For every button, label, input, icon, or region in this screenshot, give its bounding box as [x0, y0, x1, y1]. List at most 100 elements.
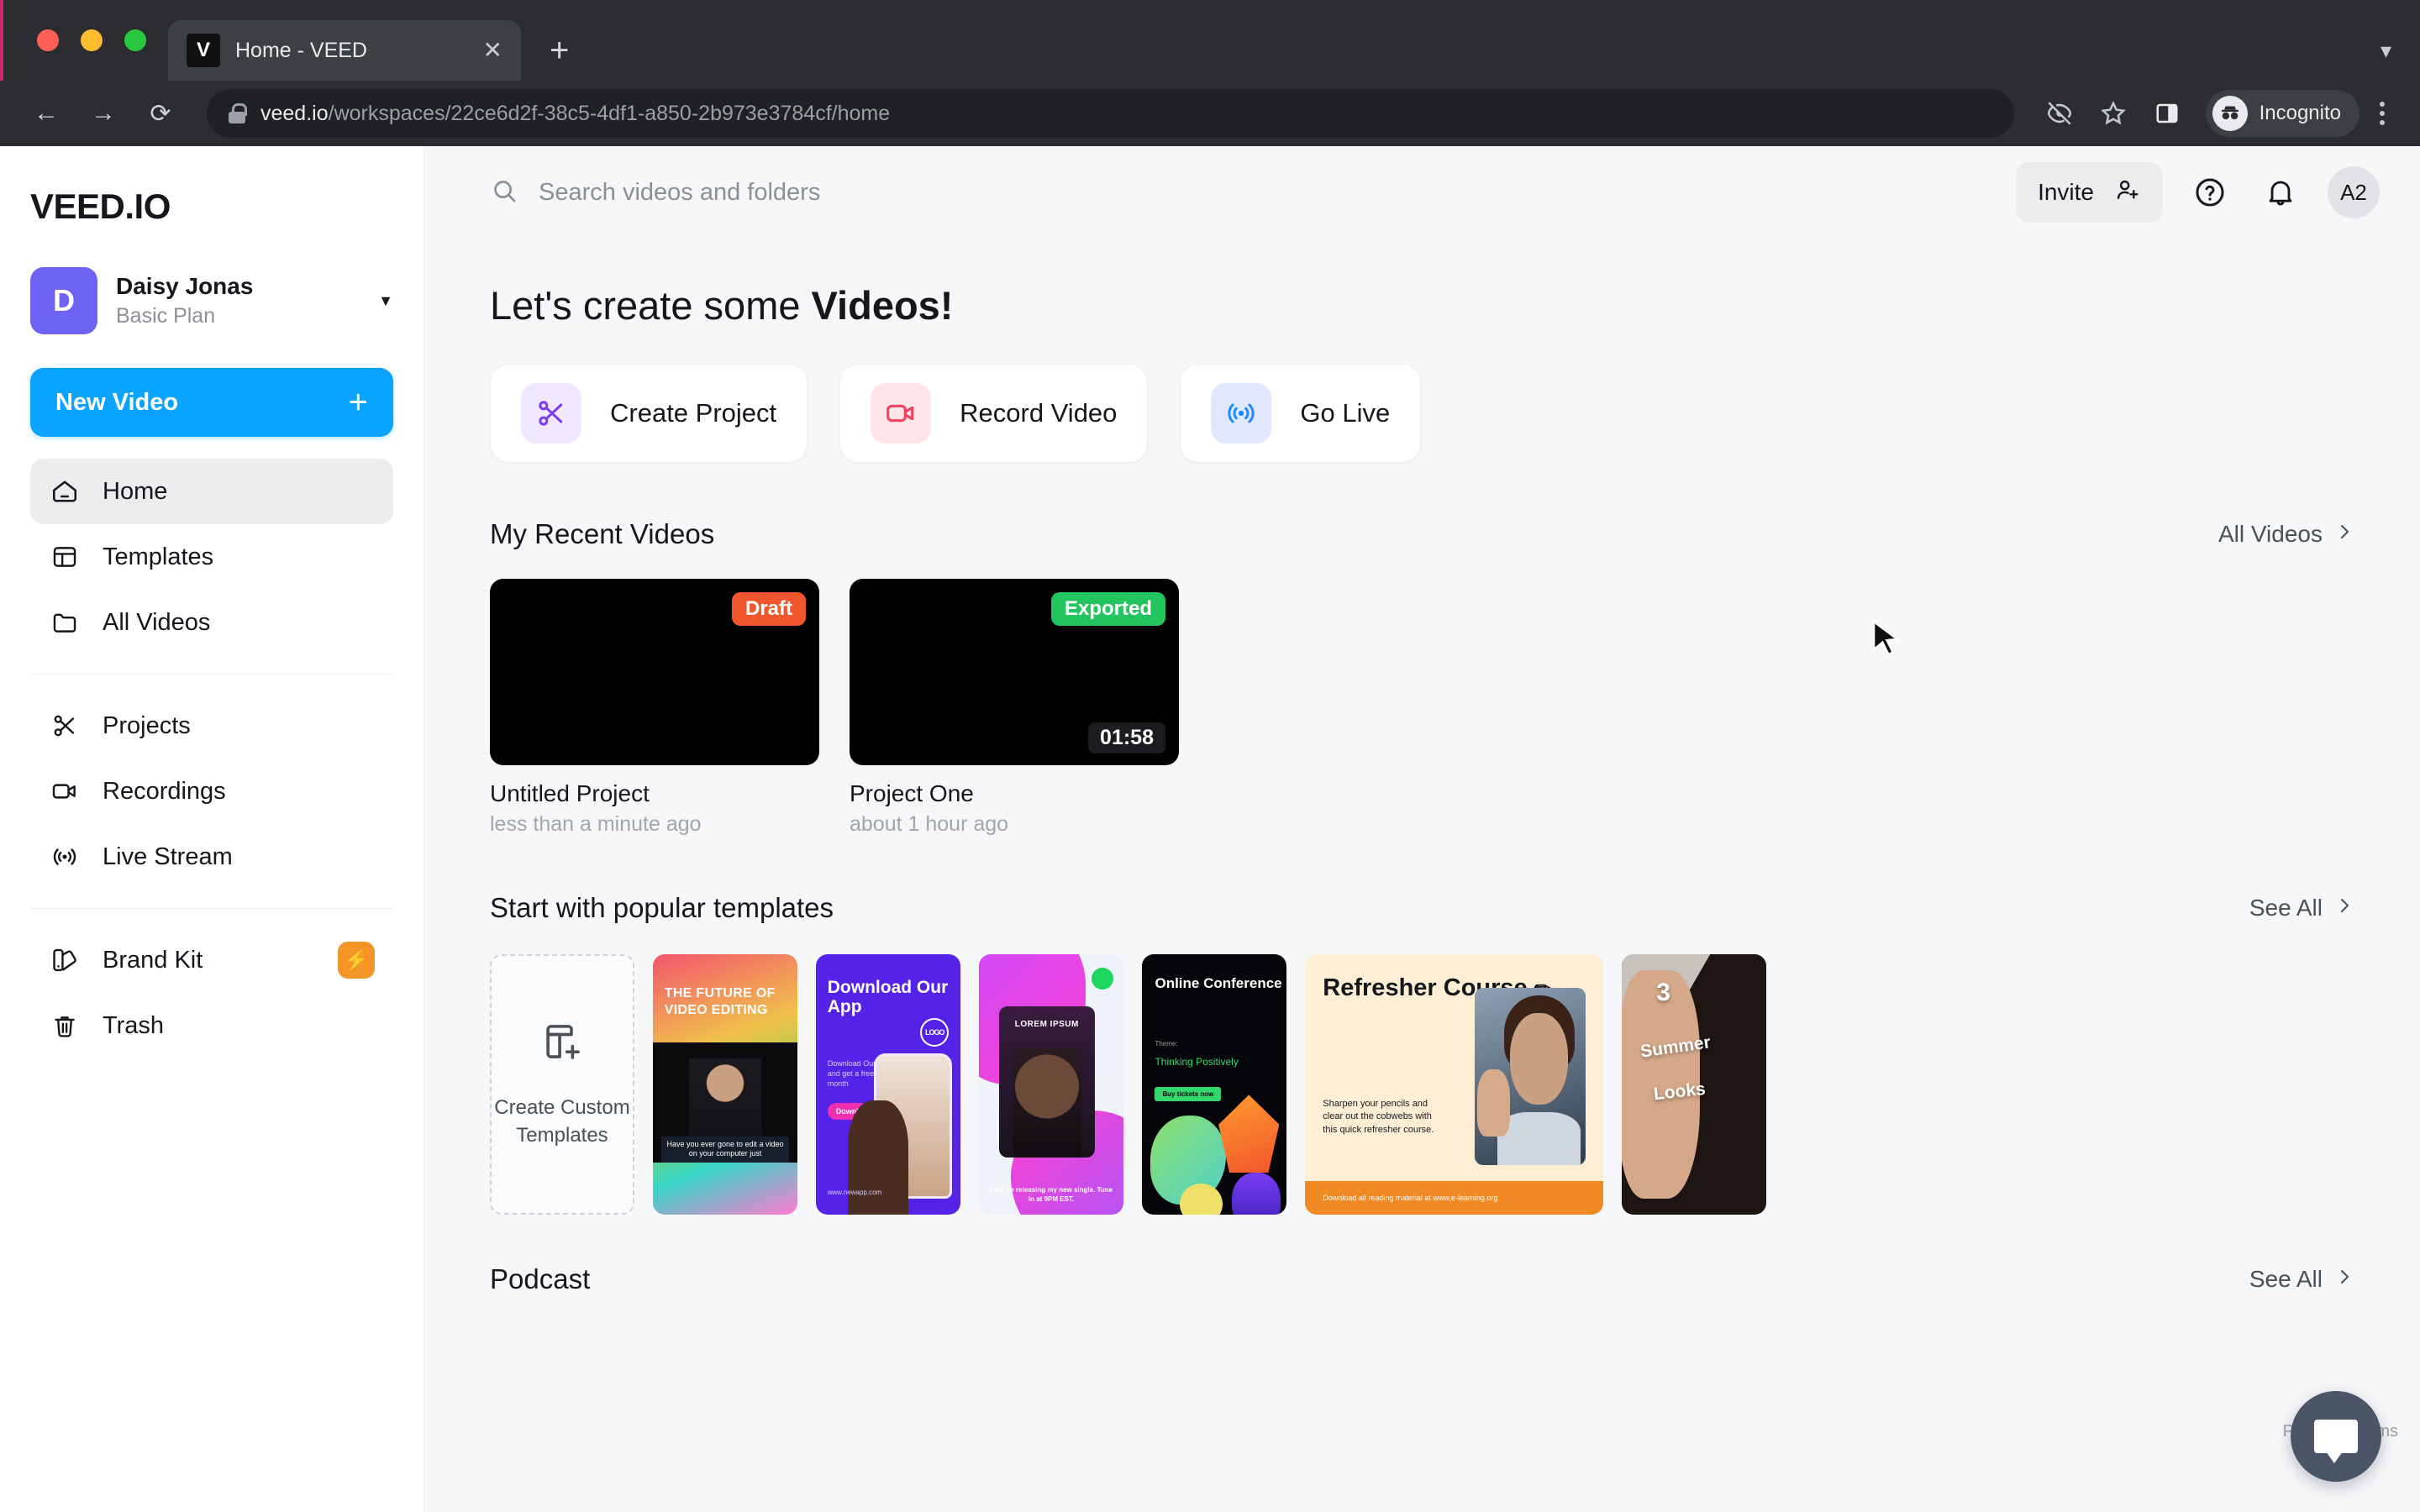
search-input[interactable]: Search videos and folders: [490, 176, 2016, 209]
maximize-window-button[interactable]: [124, 29, 146, 51]
window-controls: [25, 0, 168, 81]
podcast-see-all-link[interactable]: See All: [2249, 1266, 2354, 1293]
browser-tab[interactable]: V Home - VEED ✕: [168, 20, 521, 81]
template-card[interactable]: Download Our App LOGO Download Our App a…: [816, 954, 960, 1215]
template-headline: Download Our App: [827, 977, 949, 1017]
close-icon[interactable]: ✕: [483, 39, 502, 62]
sidebar-item-projects[interactable]: Projects: [30, 693, 393, 759]
bell-icon[interactable]: [2257, 169, 2304, 216]
all-videos-link[interactable]: All Videos: [2218, 521, 2354, 548]
templates-list: Create Custom Templates THE FUTURE OF VI…: [490, 954, 2354, 1215]
address-bar[interactable]: veed.io/workspaces/22ce6d2f-38c5-4df1-a8…: [207, 89, 2014, 138]
sidebar-item-label: All Videos: [103, 608, 211, 636]
recent-videos-header: My Recent Videos All Videos: [490, 518, 2354, 550]
templates-see-all-link[interactable]: See All: [2249, 895, 2354, 921]
add-template-icon: [539, 1020, 585, 1069]
invite-button[interactable]: Invite: [2016, 162, 2163, 223]
template-card[interactable]: Online Conference Theme: Thinking Positi…: [1142, 954, 1286, 1215]
chat-bubble-shape: [2314, 1420, 2358, 1463]
sidebar-item-live-stream[interactable]: Live Stream: [30, 824, 393, 890]
user-avatar[interactable]: A2: [2328, 166, 2380, 218]
template-art: [1510, 1012, 1568, 1105]
video-card[interactable]: Draft Untitled Project less than a minut…: [490, 579, 819, 837]
sidebar-bottom: Trash: [30, 993, 393, 1058]
template-headline: THE FUTURE OF VIDEO EDITING: [664, 986, 776, 1018]
veed-app: VEED.IO D Daisy Jonas Basic Plan ▼ New V…: [0, 146, 2420, 1512]
sidebar-nav: Home Templates All Videos Projects Recor…: [30, 459, 393, 1092]
tab-list-area: ▾: [2381, 38, 2420, 81]
template-card[interactable]: 3 Summer Looks: [1622, 954, 1766, 1215]
status-badge: Exported: [1050, 592, 1165, 626]
podcast-title: Podcast: [490, 1263, 591, 1294]
sidebar-divider: [30, 674, 393, 675]
sidebar-item-label: Home: [103, 477, 168, 505]
video-thumbnail[interactable]: Exported 01:58: [850, 579, 1179, 765]
sidebar-item-home[interactable]: Home: [30, 459, 393, 524]
template-art: [1179, 1183, 1223, 1215]
record-video-card[interactable]: Record Video: [839, 364, 1149, 463]
template-card[interactable]: THE FUTURE OF VIDEO EDITING Have you eve…: [653, 954, 797, 1215]
minimize-window-button[interactable]: [81, 29, 103, 51]
template-footer: Download all reading material at www.e-l…: [1305, 1180, 1603, 1215]
template-art: [847, 1100, 909, 1215]
back-arrow-icon[interactable]: ←: [22, 89, 71, 138]
template-headline: Online Conference: [1155, 974, 1282, 991]
sidebar-item-templates[interactable]: Templates: [30, 524, 393, 590]
chevron-down-icon[interactable]: ▼: [378, 292, 393, 310]
sidebar-item-all-videos[interactable]: All Videos: [30, 590, 393, 655]
recent-videos-list: Draft Untitled Project less than a minut…: [490, 579, 2354, 837]
bolt-icon: ⚡: [338, 942, 375, 979]
profile-incognito-button[interactable]: Incognito: [2205, 90, 2360, 137]
sidebar: VEED.IO D Daisy Jonas Basic Plan ▼ New V…: [0, 146, 424, 1512]
brand-kit-icon: [49, 944, 81, 976]
broadcast-icon: [49, 841, 81, 873]
page-body: Let's create some Videos! Create Project…: [424, 239, 2420, 1295]
side-panel-icon[interactable]: [2144, 90, 2191, 137]
account-switcher[interactable]: D Daisy Jonas Basic Plan ▼: [30, 267, 393, 334]
chat-bubble-icon[interactable]: [2291, 1391, 2381, 1482]
folder-icon: [49, 606, 81, 638]
profile-label: Incognito: [2259, 102, 2341, 124]
avatar: D: [30, 267, 97, 334]
help-circle-icon[interactable]: [2186, 169, 2233, 216]
chevron-right-icon: [2334, 1266, 2354, 1293]
video-thumbnail[interactable]: Draft: [490, 579, 819, 765]
star-icon[interactable]: [2090, 90, 2137, 137]
go-live-label: Go Live: [1300, 398, 1391, 428]
toolbar-actions: Incognito: [2036, 90, 2398, 137]
create-custom-template-card[interactable]: Create Custom Templates: [490, 954, 634, 1215]
search-placeholder: Search videos and folders: [539, 178, 821, 206]
template-theme-label: Theme:: [1155, 1040, 1178, 1048]
template-caption: I will be releasing my new single. Tune …: [989, 1186, 1113, 1203]
sidebar-item-brand-kit[interactable]: Brand Kit ⚡: [30, 927, 393, 993]
template-body: Sharpen your pencils and clear out the c…: [1323, 1098, 1434, 1136]
create-project-label: Create Project: [610, 398, 777, 428]
sidebar-item-label: Brand Kit: [103, 946, 203, 974]
new-video-button[interactable]: New Video +: [30, 368, 393, 437]
template-card[interactable]: Refresher Course ✏ Sharpen your pencils …: [1305, 954, 1603, 1215]
new-tab-button[interactable]: +: [550, 34, 569, 67]
chevron-down-icon[interactable]: ▾: [2381, 38, 2391, 64]
sidebar-item-trash[interactable]: Trash: [30, 993, 393, 1058]
status-badge: Draft: [731, 592, 806, 626]
veed-favicon-icon: V: [187, 34, 220, 67]
kebab-menu-icon[interactable]: [2366, 102, 2398, 125]
forward-arrow-icon[interactable]: →: [79, 89, 128, 138]
reload-icon[interactable]: ⟳: [136, 89, 185, 138]
quick-actions: Create Project Record Video Go Live: [490, 364, 2354, 463]
video-timestamp: less than a minute ago: [490, 812, 702, 836]
close-window-button[interactable]: [37, 29, 59, 51]
video-card[interactable]: Exported 01:58 Project One about 1 hour …: [850, 579, 1179, 837]
go-live-card[interactable]: Go Live: [1180, 364, 1422, 463]
template-headline: 3: [1656, 979, 1670, 1006]
template-theme: Thinking Positively: [1155, 1055, 1239, 1068]
home-icon: [49, 475, 81, 507]
sidebar-item-recordings[interactable]: Recordings: [30, 759, 393, 824]
sidebar-item-label: Recordings: [103, 777, 226, 805]
eye-off-icon[interactable]: [2036, 90, 2083, 137]
create-project-card[interactable]: Create Project: [490, 364, 808, 463]
veed-logo[interactable]: VEED.IO: [30, 186, 393, 227]
template-card[interactable]: LOREM IPSUM I will be releasing my new s…: [979, 954, 1123, 1215]
video-title: Project One: [850, 780, 974, 806]
search-icon: [490, 176, 518, 209]
